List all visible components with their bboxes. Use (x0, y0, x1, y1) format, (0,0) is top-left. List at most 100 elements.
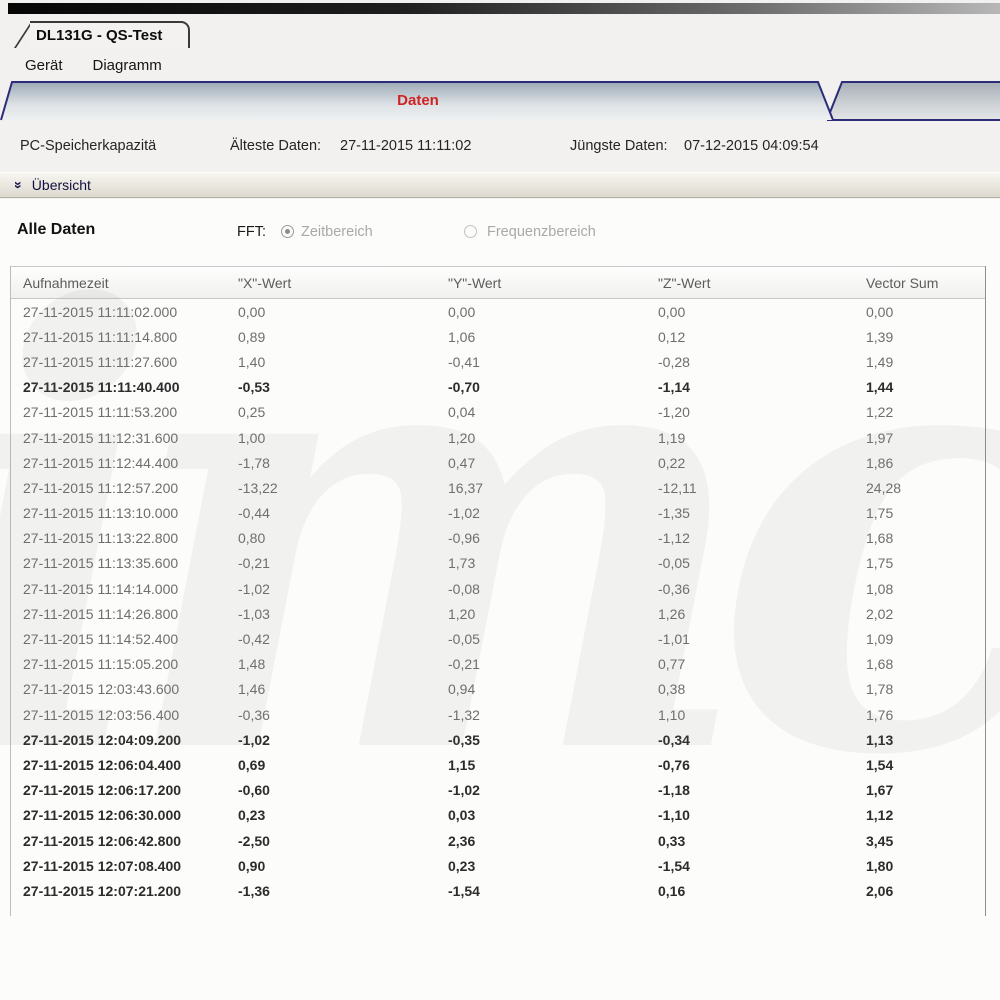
table-row[interactable]: 27-11-2015 11:12:31.6001,001,201,191,97 (11, 425, 985, 450)
radio-frequenzbereich-label: Frequenzbereich (487, 224, 596, 240)
radio-zeitbereich[interactable] (281, 225, 294, 238)
table-row[interactable]: 27-11-2015 11:15:05.2001,48-0,210,771,68 (11, 652, 985, 677)
table-row[interactable]: 27-11-2015 11:11:14.8000,891,060,121,39 (11, 324, 985, 349)
table-row[interactable]: 27-11-2015 12:03:56.400-0,36-1,321,101,7… (11, 702, 985, 727)
table-row[interactable]: 27-11-2015 11:11:27.6001,40-0,41-0,281,4… (11, 349, 985, 374)
table-cell: 1,06 (436, 329, 646, 345)
table-cell: 0,80 (226, 530, 436, 546)
table-row[interactable]: 27-11-2015 12:07:21.200-1,36-1,540,162,0… (11, 878, 985, 903)
table-row[interactable]: 27-11-2015 11:11:53.2000,250,04-1,201,22 (11, 400, 985, 425)
overview-collapse-bar[interactable]: » Übersicht (0, 172, 1000, 198)
table-row[interactable]: 27-11-2015 11:11:40.400-0,53-0,70-1,141,… (11, 375, 985, 400)
menu-item-diagramm[interactable]: Diagramm (93, 57, 162, 74)
table-row[interactable]: 27-11-2015 11:12:57.200-13,2216,37-12,11… (11, 475, 985, 500)
newest-data-value: 07-12-2015 04:09:54 (684, 138, 819, 154)
radio-zeitbereich-label: Zeitbereich (301, 224, 373, 240)
menu-bar: Gerät Diagramm (25, 57, 162, 74)
table-row[interactable]: 27-11-2015 11:13:10.000-0,44-1,02-1,351,… (11, 501, 985, 526)
table-cell: -0,35 (436, 732, 646, 748)
table-cell: -1,54 (646, 858, 854, 874)
table-cell: 27-11-2015 11:11:40.400 (11, 379, 226, 395)
table-cell: -0,76 (646, 757, 854, 773)
table-cell: 1,08 (854, 581, 985, 597)
table-row[interactable]: 27-11-2015 12:07:08.4000,900,23-1,541,80 (11, 853, 985, 878)
table-cell: 1,78 (854, 681, 985, 697)
table-cell: 1,19 (646, 430, 854, 446)
table-cell: -1,78 (226, 455, 436, 471)
table-cell: -1,54 (436, 883, 646, 899)
table-cell: 0,90 (226, 858, 436, 874)
table-cell: 27-11-2015 11:13:22.800 (11, 530, 226, 546)
table-cell: -0,08 (436, 581, 646, 597)
table-cell: 27-11-2015 11:11:14.800 (11, 329, 226, 345)
table-cell: 0,89 (226, 329, 436, 345)
table-cell: 1,75 (854, 505, 985, 521)
table-cell: -1,20 (646, 404, 854, 420)
table-cell: 2,36 (436, 833, 646, 849)
table-cell: 2,02 (854, 606, 985, 622)
table-row[interactable]: 27-11-2015 12:06:17.200-0,60-1,02-1,181,… (11, 778, 985, 803)
tab-daten-label[interactable]: Daten (0, 92, 836, 109)
table-cell: 0,00 (226, 304, 436, 320)
table-row[interactable]: 27-11-2015 12:04:09.200-1,02-0,35-0,341,… (11, 727, 985, 752)
col-header-z-wert[interactable]: "Z"-Wert (646, 275, 854, 291)
table-row[interactable]: 27-11-2015 11:14:26.800-1,031,201,262,02 (11, 601, 985, 626)
table-cell: 3,45 (854, 833, 985, 849)
table-cell: 0,77 (646, 656, 854, 672)
table-cell: 27-11-2015 12:06:42.800 (11, 833, 226, 849)
table-cell: 0,22 (646, 455, 854, 471)
table-cell: 1,48 (226, 656, 436, 672)
table-cell: 27-11-2015 12:04:09.200 (11, 732, 226, 748)
table-cell: 27-11-2015 12:03:43.600 (11, 681, 226, 697)
menu-item-geraet[interactable]: Gerät (25, 57, 63, 74)
window-title: DL131G - QS-Test (36, 27, 162, 44)
newest-data-label: Jüngste Daten: (570, 138, 668, 154)
table-cell: 1,80 (854, 858, 985, 874)
table-cell: 0,94 (436, 681, 646, 697)
table-row[interactable]: 27-11-2015 12:06:04.4000,691,15-0,761,54 (11, 752, 985, 777)
table-cell: 1,68 (854, 530, 985, 546)
table-cell: 1,13 (854, 732, 985, 748)
table-row[interactable]: 27-11-2015 12:06:30.0000,230,03-1,101,12 (11, 803, 985, 828)
table-cell: 27-11-2015 12:06:17.200 (11, 782, 226, 798)
table-row[interactable]: 27-11-2015 11:13:35.600-0,211,73-0,051,7… (11, 551, 985, 576)
col-header-y-wert[interactable]: "Y"-Wert (436, 275, 646, 291)
table-cell: -1,02 (226, 732, 436, 748)
table-cell: 27-11-2015 12:06:04.400 (11, 757, 226, 773)
table-cell: 1,73 (436, 555, 646, 571)
radio-frequenzbereich[interactable] (464, 225, 477, 238)
table-cell: 24,28 (854, 480, 985, 496)
window-title-tab[interactable]: DL131G - QS-Test (30, 21, 190, 48)
window-top-border (8, 3, 1000, 14)
table-cell: 0,69 (226, 757, 436, 773)
table-cell: 27-11-2015 11:14:14.000 (11, 581, 226, 597)
table-cell: 2,06 (854, 883, 985, 899)
main-content: Alle Daten FFT: Zeitbereich Frequenzbere… (0, 199, 1000, 1000)
table-cell: -0,05 (436, 631, 646, 647)
col-header-vector-sum[interactable]: Vector Sum (854, 275, 985, 291)
table-cell: -0,96 (436, 530, 646, 546)
table-cell: 1,86 (854, 455, 985, 471)
table-row[interactable]: 27-11-2015 11:14:14.000-1,02-0,08-0,361,… (11, 576, 985, 601)
table-cell: 1,40 (226, 354, 436, 370)
section-title: Alle Daten (17, 221, 95, 239)
table-row[interactable]: 27-11-2015 11:12:44.400-1,780,470,221,86 (11, 450, 985, 475)
tab-next[interactable] (827, 82, 1000, 120)
table-cell: 0,33 (646, 833, 854, 849)
table-row[interactable]: 27-11-2015 11:11:02.0000,000,000,000,00 (11, 299, 985, 324)
col-header-x-wert[interactable]: "X"-Wert (226, 275, 436, 291)
table-cell: 27-11-2015 11:12:57.200 (11, 480, 226, 496)
table-cell: -2,50 (226, 833, 436, 849)
table-cell: 27-11-2015 11:11:02.000 (11, 304, 226, 320)
table-cell: -13,22 (226, 480, 436, 496)
table-cell: -0,60 (226, 782, 436, 798)
table-row[interactable]: 27-11-2015 12:06:42.800-2,502,360,333,45 (11, 828, 985, 853)
table-row[interactable]: 27-11-2015 11:14:52.400-0,42-0,05-1,011,… (11, 626, 985, 651)
table-cell: 27-11-2015 12:07:08.400 (11, 858, 226, 874)
col-header-aufnahmezeit[interactable]: Aufnahmezeit (11, 275, 226, 291)
table-cell: 27-11-2015 12:06:30.000 (11, 807, 226, 823)
table-row[interactable]: 27-11-2015 12:03:43.6001,460,940,381,78 (11, 677, 985, 702)
table-cell: -0,70 (436, 379, 646, 395)
table-row[interactable]: 27-11-2015 11:13:22.8000,80-0,96-1,121,6… (11, 526, 985, 551)
table-cell: 27-11-2015 11:14:52.400 (11, 631, 226, 647)
